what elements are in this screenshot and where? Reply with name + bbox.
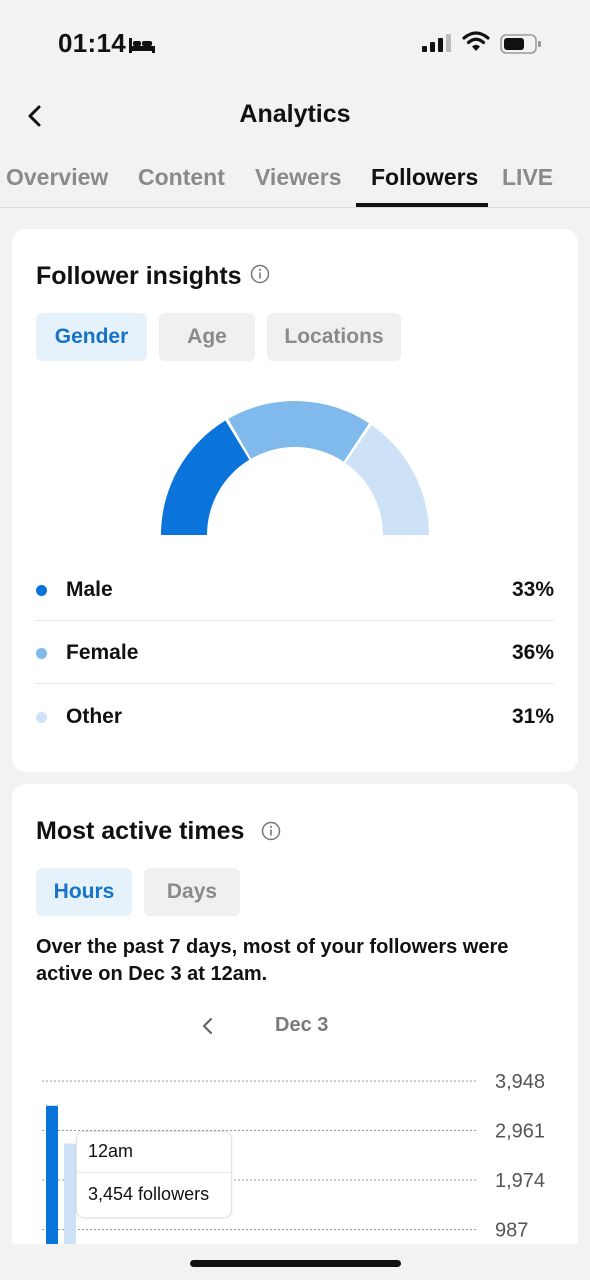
bar-12am[interactable] xyxy=(46,1105,58,1244)
analytics-tabs: Overview Content Viewers Followers LIVE xyxy=(0,150,590,208)
donut-segment-other xyxy=(345,425,429,535)
legend-dot xyxy=(36,712,47,723)
info-icon[interactable] xyxy=(250,264,270,284)
y-tick-label: 987 xyxy=(495,1220,528,1242)
bed-icon xyxy=(129,38,155,53)
bar-tooltip: 12am 3,454 followers xyxy=(76,1131,232,1218)
legend-row-other: Other 31% xyxy=(36,685,554,748)
legend-dot xyxy=(36,585,47,596)
tooltip-time: 12am xyxy=(88,1141,134,1161)
tab-live[interactable]: LIVE xyxy=(502,164,553,191)
tab-followers[interactable]: Followers xyxy=(371,164,478,191)
active-tab-indicator xyxy=(356,203,488,207)
follower-insights-card: Follower insights Gender Age Locations M… xyxy=(12,229,578,772)
bar-1am[interactable] xyxy=(64,1143,76,1244)
legend-value: 33% xyxy=(511,578,554,601)
donut-segment-male xyxy=(161,420,250,535)
legend-label: Other xyxy=(66,705,123,728)
tab-content[interactable]: Content xyxy=(138,164,225,191)
legend-row-female: Female 36% xyxy=(36,621,554,684)
chip-age[interactable]: Age xyxy=(159,313,255,361)
status-time: 01:14 xyxy=(58,28,126,58)
status-bar: 01:14 xyxy=(0,0,590,88)
chevron-left-icon[interactable] xyxy=(198,1016,218,1036)
legend-row-male: Male 33% xyxy=(36,558,554,621)
chip-days[interactable]: Days xyxy=(144,868,240,916)
info-icon[interactable] xyxy=(261,821,281,841)
tooltip-count: 3,454 followers xyxy=(88,1184,210,1204)
legend-dot xyxy=(36,648,47,659)
legend-label: Female xyxy=(66,641,139,664)
tab-overview[interactable]: Overview xyxy=(6,164,108,191)
tab-viewers[interactable]: Viewers xyxy=(255,164,342,191)
most-active-times-card: Most active times Hours Days Over the pa… xyxy=(12,784,578,1244)
battery-icon xyxy=(500,34,541,54)
legend-label: Male xyxy=(66,578,113,601)
legend-value: 36% xyxy=(511,641,554,664)
chip-gender[interactable]: Gender xyxy=(36,313,147,361)
legend-value: 31% xyxy=(511,705,554,728)
follower-insights-title: Follower insights xyxy=(36,262,242,290)
y-tick-label: 1,974 xyxy=(495,1170,545,1192)
tooltip-divider xyxy=(77,1172,231,1173)
selected-day: Dec 3 xyxy=(275,1014,329,1036)
chip-locations[interactable]: Locations xyxy=(267,313,401,361)
cellular-signal-icon xyxy=(422,34,451,52)
header: Analytics xyxy=(0,88,590,144)
chip-hours[interactable]: Hours xyxy=(36,868,132,916)
gender-donut-chart xyxy=(161,401,429,535)
y-tick-label: 3,948 xyxy=(495,1071,545,1093)
active-times-summary: Over the past 7 days, most of your follo… xyxy=(36,936,509,985)
home-indicator xyxy=(190,1260,401,1267)
page-title: Analytics xyxy=(239,100,351,128)
y-tick-label: 2,961 xyxy=(495,1121,545,1143)
wifi-icon xyxy=(462,31,490,51)
most-active-times-title: Most active times xyxy=(36,817,245,845)
donut-segment-female xyxy=(228,401,369,462)
